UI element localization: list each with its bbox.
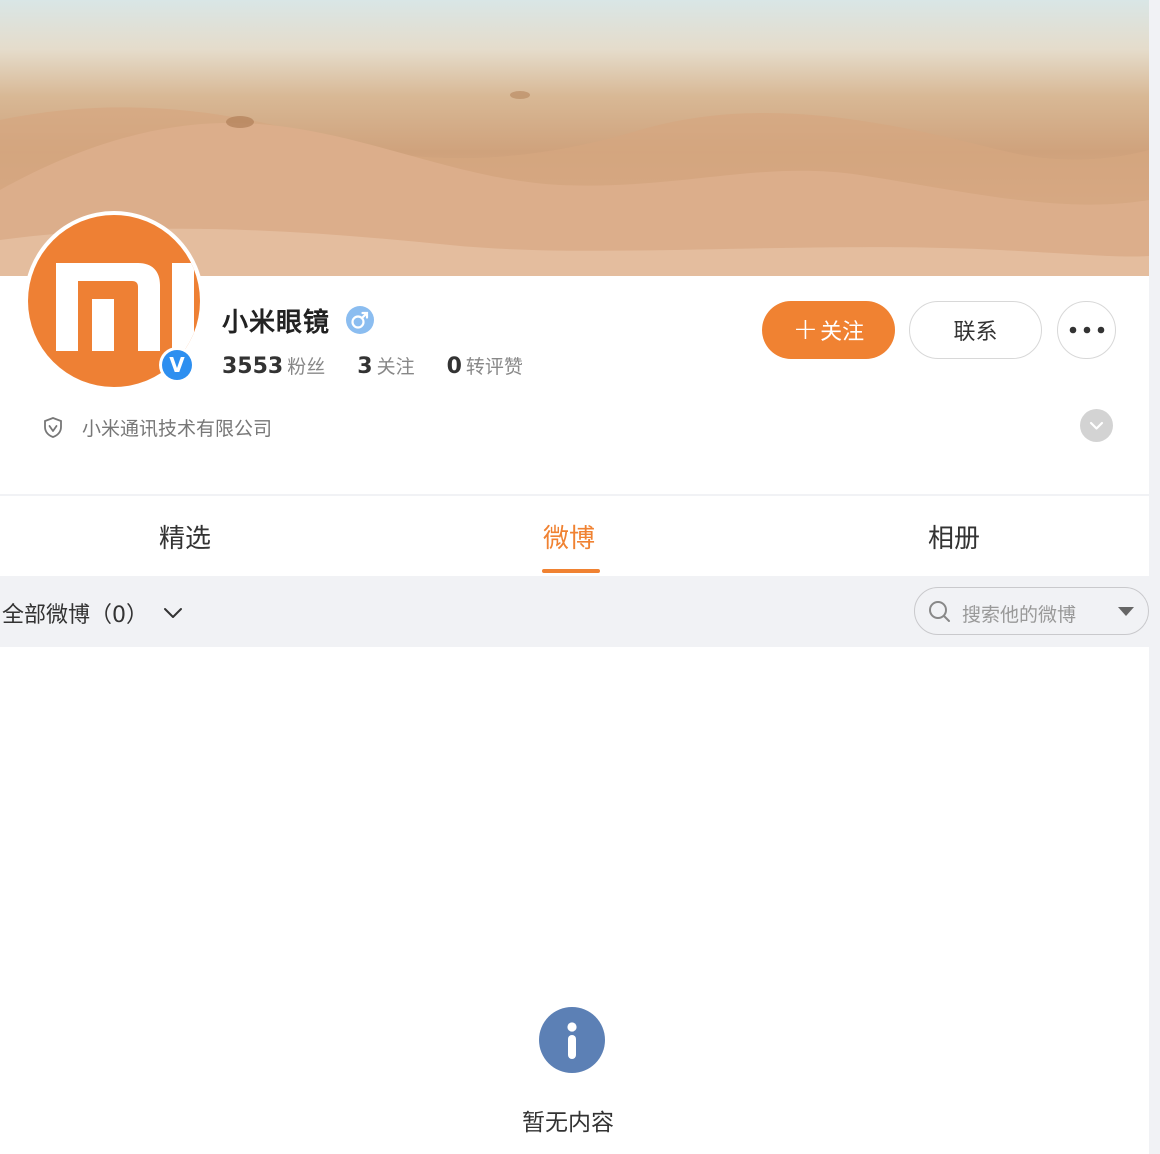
more-button[interactable]	[1057, 301, 1116, 359]
search-input[interactable]: 搜索他的微博	[962, 600, 1076, 627]
stat-followers[interactable]: 3553 粉丝	[222, 352, 325, 379]
stat-followers-count: 3553	[222, 354, 284, 379]
stat-interactions-count: 0	[446, 354, 462, 379]
contact-label: 联系	[953, 320, 998, 345]
follow-button[interactable]: + 关注	[762, 301, 895, 359]
search-icon	[929, 601, 950, 622]
shield-icon	[44, 416, 62, 438]
info-icon	[539, 1007, 605, 1073]
stat-interactions[interactable]: 0 转评赞	[447, 352, 523, 379]
caret-down-icon[interactable]	[1117, 606, 1135, 618]
weibo-filter-dropdown[interactable]: 全部微博（0）	[2, 597, 184, 629]
more-dots-icon	[1069, 326, 1104, 334]
stat-following-count: 3	[357, 354, 373, 379]
plus-icon: +	[792, 312, 819, 347]
weibo-filter-label: 全部微博（0）	[2, 603, 148, 628]
stat-following[interactable]: 3 关注	[357, 352, 414, 379]
active-tab-indicator	[542, 569, 600, 573]
male-gender-icon	[346, 306, 374, 334]
tab-weibo[interactable]: 微博	[543, 518, 595, 555]
company-name: 小米通讯技术有限公司	[82, 418, 273, 440]
profile-stats: 3553 粉丝 3 关注 0 转评赞	[222, 352, 555, 379]
weibo-feed	[0, 647, 1149, 1154]
stat-interactions-label: 转评赞	[465, 356, 523, 378]
follow-label: 关注	[820, 320, 865, 345]
chevron-down-icon	[1089, 421, 1104, 430]
chevron-down-icon	[164, 608, 182, 618]
verified-v-icon: V	[159, 347, 195, 383]
empty-state-text: 暂无内容	[522, 1110, 614, 1136]
profile-tabs: 精选 微博 相册	[0, 496, 1149, 576]
profile-name: 小米眼镜	[222, 308, 331, 338]
stat-followers-label: 粉丝	[287, 356, 326, 378]
tab-featured[interactable]: 精选	[159, 518, 211, 555]
company-info: 小米通讯技术有限公司	[42, 414, 272, 441]
stat-following-label: 关注	[376, 356, 415, 378]
contact-button[interactable]: 联系	[909, 301, 1042, 359]
weibo-search[interactable]: 搜索他的微博	[914, 587, 1149, 635]
tab-album[interactable]: 相册	[928, 518, 980, 555]
expand-button[interactable]	[1080, 409, 1113, 442]
